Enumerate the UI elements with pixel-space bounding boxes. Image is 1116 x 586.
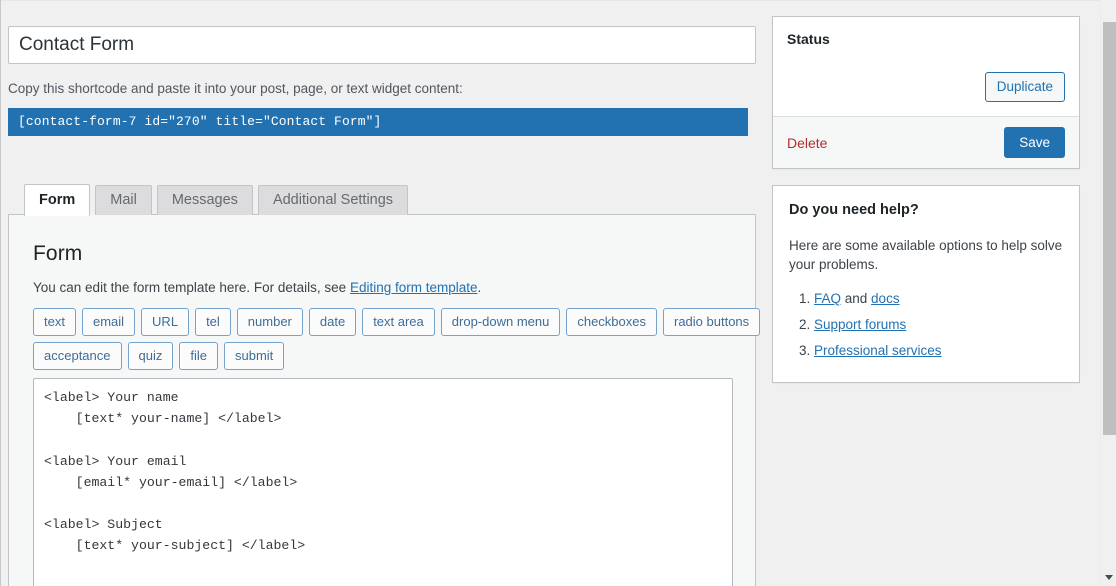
scrollbar-thumb[interactable] xyxy=(1103,22,1116,435)
status-card-title: Status xyxy=(787,31,830,47)
faq-link[interactable]: FAQ xyxy=(814,291,841,306)
status-card-footer: Delete Save xyxy=(773,116,1079,168)
form-title-input[interactable] xyxy=(8,26,756,64)
shortcode-value[interactable]: [contact-form-7 id="270" title="Contact … xyxy=(8,108,748,136)
tag-button-radio-buttons[interactable]: radio buttons xyxy=(663,308,761,336)
main-column: Copy this shortcode and paste it into yo… xyxy=(8,0,761,586)
editing-form-template-link[interactable]: Editing form template xyxy=(350,280,478,295)
help-card-title: Do you need help? xyxy=(789,202,919,218)
settings-tabs: Form Mail Messages Additional Settings xyxy=(8,183,756,216)
help-card-text: Here are some available options to help … xyxy=(789,238,1063,272)
panel-description: You can edit the form template here. For… xyxy=(33,279,731,296)
tag-button-acceptance[interactable]: acceptance xyxy=(33,342,122,370)
tab-messages[interactable]: Messages xyxy=(156,185,253,215)
tag-button-tel[interactable]: tel xyxy=(195,308,231,336)
professional-services-link[interactable]: Professional services xyxy=(814,343,942,358)
tag-button-date[interactable]: date xyxy=(308,308,357,336)
tag-row-2: acceptance quiz file submit xyxy=(33,342,731,370)
help-card: Do you need help? Here are some availabl… xyxy=(772,185,1080,383)
panel-heading: Form xyxy=(33,242,83,265)
help-list-item-support-forums: Support forums xyxy=(814,312,1063,338)
help-list-item-faq: FAQ and docs xyxy=(814,286,1063,312)
panel-description-text: You can edit the form template here. For… xyxy=(33,280,350,295)
duplicate-button[interactable]: Duplicate xyxy=(984,72,1065,102)
scroll-down-arrow-icon[interactable] xyxy=(1105,575,1113,580)
tag-button-number[interactable]: number xyxy=(236,308,303,336)
browser-viewport: Copy this shortcode and paste it into yo… xyxy=(0,0,1116,586)
status-card: Status Duplicate Delete Save xyxy=(772,16,1080,169)
form-tag-generator-buttons: text email URL tel number date text area… xyxy=(33,308,761,370)
docs-link[interactable]: docs xyxy=(871,291,900,306)
delete-link[interactable]: Delete xyxy=(787,135,827,151)
page-left-border xyxy=(0,0,1,586)
tab-additional-settings[interactable]: Additional Settings xyxy=(257,185,409,215)
admin-content: Copy this shortcode and paste it into yo… xyxy=(8,0,1092,586)
tab-mail[interactable]: Mail xyxy=(95,185,152,215)
status-card-actions: Duplicate xyxy=(787,72,1065,102)
tag-button-submit[interactable]: submit xyxy=(223,342,285,370)
tag-button-url[interactable]: URL xyxy=(141,308,190,336)
shortcode-description: Copy this shortcode and paste it into yo… xyxy=(8,81,463,96)
form-tab-panel: Form You can edit the form template here… xyxy=(8,214,761,586)
help-card-body: Do you need help? Here are some availabl… xyxy=(773,186,1079,382)
tag-button-drop-down-menu[interactable]: drop-down menu xyxy=(440,308,561,336)
faq-and-text: and xyxy=(841,291,872,306)
status-card-body: Status Duplicate xyxy=(773,17,1079,116)
help-card-list: FAQ and docs Support forums Professional… xyxy=(789,286,1063,364)
sidebar-column: Status Duplicate Delete Save Do you need… xyxy=(772,0,1080,383)
tag-button-file[interactable]: file xyxy=(179,342,218,370)
tag-button-text[interactable]: text xyxy=(33,308,76,336)
page-scrollbar[interactable] xyxy=(1100,0,1116,586)
support-forums-link[interactable]: Support forums xyxy=(814,317,906,332)
form-template-textarea[interactable] xyxy=(33,378,733,586)
panel-description-period: . xyxy=(477,280,482,295)
tag-row-1: text email URL tel number date text area… xyxy=(33,308,761,336)
tag-button-email[interactable]: email xyxy=(81,308,136,336)
save-button[interactable]: Save xyxy=(1004,127,1065,158)
tag-button-checkboxes[interactable]: checkboxes xyxy=(566,308,657,336)
tag-button-quiz[interactable]: quiz xyxy=(127,342,174,370)
tag-button-text-area[interactable]: text area xyxy=(362,308,435,336)
tab-form[interactable]: Form xyxy=(24,184,91,216)
help-list-item-professional-services: Professional services xyxy=(814,338,1063,364)
